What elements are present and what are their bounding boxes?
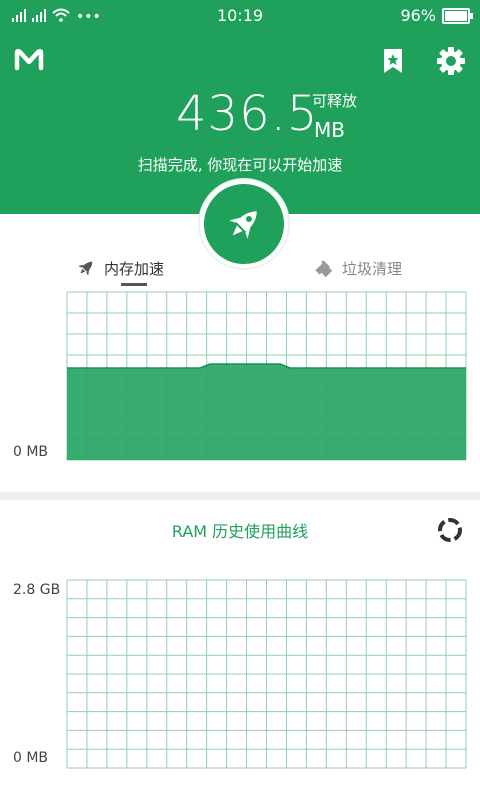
scan-status-message: 扫描完成, 你现在可以开始加速 bbox=[137, 156, 343, 174]
freeable-unit: MB bbox=[314, 118, 345, 142]
freeable-memory-value: 436.5 bbox=[176, 86, 319, 142]
battery-icon bbox=[442, 7, 473, 24]
memory-usage-chart bbox=[66, 291, 467, 461]
rocket-icon bbox=[229, 211, 257, 239]
battery-percent: 96% bbox=[400, 6, 436, 25]
memory-chart-y-min: 0 MB bbox=[13, 444, 49, 460]
active-tab-indicator bbox=[121, 283, 147, 286]
settings-icon[interactable] bbox=[436, 46, 466, 76]
ram-history-chart bbox=[66, 579, 467, 769]
bookmark-icon[interactable] bbox=[378, 46, 408, 76]
tab-memory-boost[interactable]: 内存加速 bbox=[76, 246, 164, 290]
refresh-icon[interactable] bbox=[436, 516, 464, 544]
tab-junk-clean[interactable]: 垃圾清理 bbox=[314, 246, 402, 290]
history-chart-title: RAM 历史使用曲线 bbox=[171, 522, 309, 541]
broom-icon bbox=[315, 260, 333, 278]
tab-bar: 内存加速 垃圾清理 bbox=[0, 246, 480, 290]
memory-usage-area bbox=[67, 364, 466, 460]
history-chart-y-min: 0 MB bbox=[13, 750, 49, 766]
status-bar: ••• 10:19 96% bbox=[0, 0, 480, 34]
freeable-label: 可释放 bbox=[312, 92, 358, 110]
tab-label: 垃圾清理 bbox=[342, 259, 403, 278]
status-right: 96% bbox=[400, 6, 473, 25]
rocket-icon bbox=[78, 261, 93, 276]
tab-label: 内存加速 bbox=[104, 259, 165, 278]
app-logo-icon[interactable] bbox=[14, 48, 44, 72]
section-divider bbox=[0, 492, 480, 500]
